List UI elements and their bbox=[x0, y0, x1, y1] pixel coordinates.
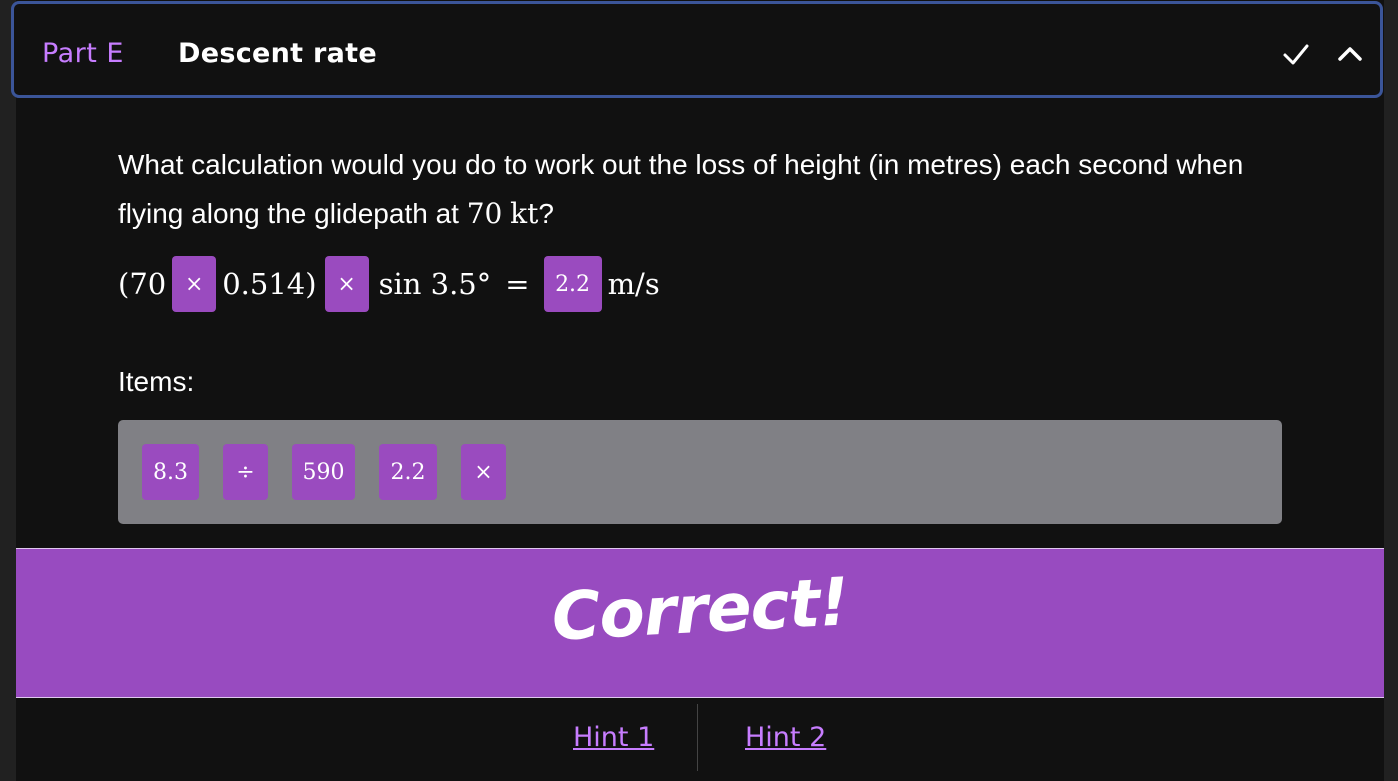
speed-unit: kt bbox=[510, 197, 539, 230]
answer-slot-1[interactable]: × bbox=[172, 256, 217, 312]
speed-value: 70 bbox=[466, 197, 503, 230]
chevron-up-icon[interactable] bbox=[1336, 40, 1364, 68]
result-text: Correct! bbox=[549, 563, 851, 656]
items-tray: 8.3 ÷ 590 2.2 × bbox=[118, 420, 1282, 524]
result-banner: Correct! bbox=[16, 548, 1384, 698]
equation: (70 × 0.514) × sin 3.5° = 2.2 m/s bbox=[118, 256, 660, 312]
equation-mid-2: sin 3.5° bbox=[378, 267, 492, 301]
item-chip[interactable]: 8.3 bbox=[142, 444, 199, 500]
hint-divider bbox=[697, 704, 698, 771]
hint-2-link[interactable]: Hint 2 bbox=[745, 722, 826, 753]
check-icon bbox=[1282, 40, 1310, 68]
part-label: Part E bbox=[42, 38, 124, 69]
item-chip[interactable]: 2.2 bbox=[379, 444, 437, 500]
answer-slot-3[interactable]: 2.2 bbox=[543, 256, 602, 312]
part-title: Descent rate bbox=[178, 38, 377, 69]
equation-open: (70 bbox=[118, 267, 167, 301]
question-text: What calculation would you do to work ou… bbox=[118, 140, 1298, 238]
equation-mid-1: 0.514) bbox=[222, 267, 317, 301]
question-prompt: What calculation would you do to work ou… bbox=[118, 149, 1244, 229]
unit-label: m/s bbox=[607, 267, 660, 301]
item-chip[interactable]: × bbox=[461, 444, 506, 500]
answer-slot-2[interactable]: × bbox=[324, 256, 369, 312]
equals-sign: = bbox=[505, 267, 530, 301]
question-end: ? bbox=[538, 198, 554, 229]
item-chip[interactable]: ÷ bbox=[223, 444, 268, 500]
items-label: Items: bbox=[118, 366, 195, 397]
hint-1-link[interactable]: Hint 1 bbox=[573, 722, 654, 753]
part-header[interactable]: Part E Descent rate bbox=[11, 1, 1383, 98]
item-chip[interactable]: 590 bbox=[292, 444, 355, 500]
